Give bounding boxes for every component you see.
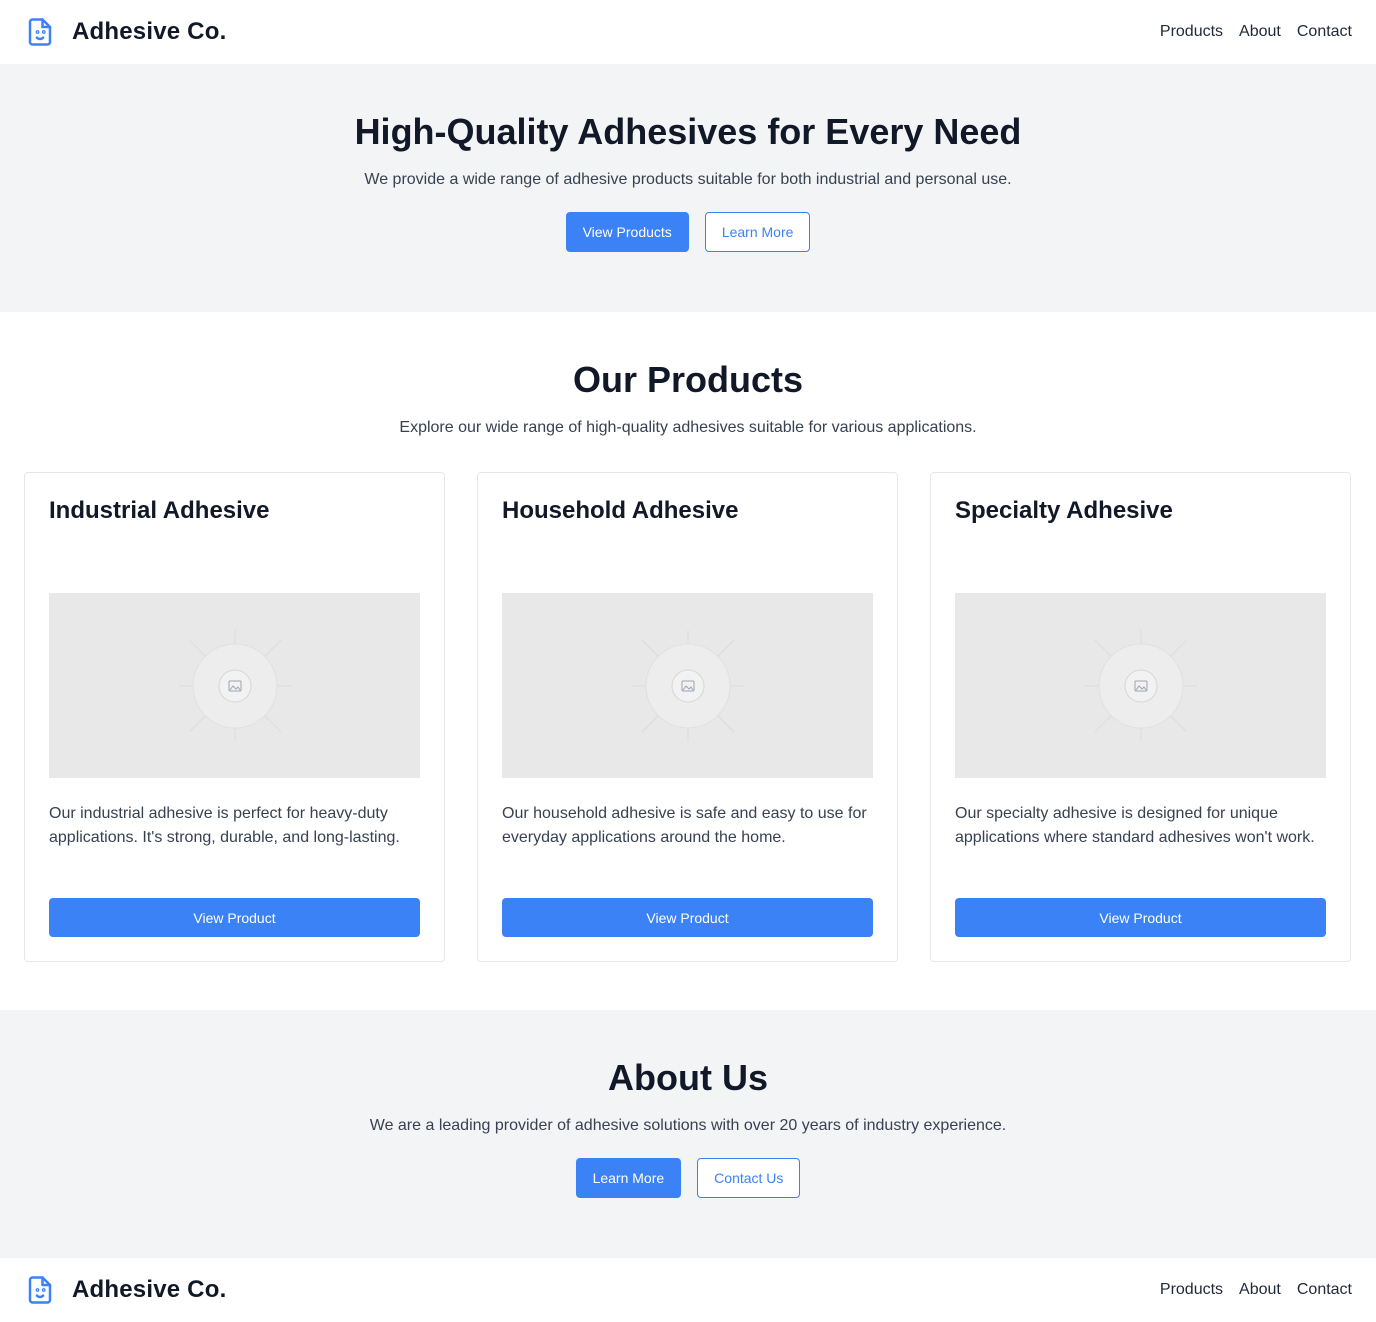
footer-brand-name: Adhesive Co. xyxy=(72,1276,227,1303)
nav-link-contact[interactable]: Contact xyxy=(1297,23,1352,41)
view-products-button[interactable]: View Products xyxy=(565,212,689,252)
contact-us-button[interactable]: Contact Us xyxy=(697,1158,801,1198)
product-image-placeholder xyxy=(49,593,420,779)
footer-nav: Products About Contact xyxy=(1160,1281,1352,1299)
about-title: About Us xyxy=(608,1057,768,1098)
product-card-title: Industrial Adhesive xyxy=(49,497,270,524)
products-subtitle: Explore our wide range of high-quality a… xyxy=(399,419,977,436)
product-card-description: Our household adhesive is safe and easy … xyxy=(502,805,867,847)
learn-more-button[interactable]: Learn More xyxy=(704,212,811,252)
product-card-title: Specialty Adhesive xyxy=(955,497,1173,524)
view-product-button[interactable]: View Product xyxy=(955,898,1326,937)
about-buttons: Learn More Contact Us xyxy=(575,1158,801,1198)
header: Adhesive Co. Products About Contact xyxy=(0,0,1376,64)
products-title: Our Products xyxy=(572,359,804,400)
document-smile-icon xyxy=(24,1274,56,1306)
product-card-description: Our industrial adhesive is perfect for h… xyxy=(49,805,400,847)
footer-link-about[interactable]: About xyxy=(1239,1281,1281,1299)
hero-subtitle: We provide a wide range of adhesive prod… xyxy=(364,171,1012,188)
product-image-placeholder xyxy=(955,593,1326,779)
product-card-description: Our specialty adhesive is designed for u… xyxy=(955,805,1315,847)
about-learn-more-button[interactable]: Learn More xyxy=(575,1158,682,1198)
image-placeholder-icon xyxy=(1084,629,1197,742)
about-subtitle: We are a leading provider of adhesive so… xyxy=(369,1117,1007,1134)
product-cards: Industrial Adhesive Our industrial adhes… xyxy=(0,472,1376,962)
product-card-industrial: Industrial Adhesive Our industrial adhes… xyxy=(24,472,445,962)
image-placeholder-icon xyxy=(178,629,291,742)
hero-buttons: View Products Learn More xyxy=(565,212,811,252)
image-placeholder-icon xyxy=(631,629,744,742)
product-image-placeholder xyxy=(502,593,873,779)
hero-title: High-Quality Adhesives for Every Need xyxy=(354,111,1022,152)
footer-link-products[interactable]: Products xyxy=(1160,1281,1223,1299)
view-product-button[interactable]: View Product xyxy=(49,898,420,937)
product-card-household: Household Adhesive Our household adhesiv… xyxy=(477,472,898,962)
view-product-button[interactable]: View Product xyxy=(502,898,873,937)
nav-link-about[interactable]: About xyxy=(1239,23,1281,41)
document-smile-icon xyxy=(24,16,56,48)
hero-section: High-Quality Adhesives for Every Need We… xyxy=(0,64,1376,312)
footer: Adhesive Co. Products About Contact xyxy=(0,1258,1376,1322)
brand[interactable]: Adhesive Co. xyxy=(24,16,226,48)
footer-brand[interactable]: Adhesive Co. xyxy=(24,1274,226,1306)
brand-name: Adhesive Co. xyxy=(72,18,227,45)
products-section: Our Products Explore our wide range of h… xyxy=(0,312,1376,1010)
footer-link-contact[interactable]: Contact xyxy=(1297,1281,1352,1299)
product-card-specialty: Specialty Adhesive Our specialty adhesiv… xyxy=(930,472,1351,962)
product-card-title: Household Adhesive xyxy=(502,497,739,524)
main-nav: Products About Contact xyxy=(1160,23,1352,41)
nav-link-products[interactable]: Products xyxy=(1160,23,1223,41)
about-section: About Us We are a leading provider of ad… xyxy=(0,1010,1376,1258)
